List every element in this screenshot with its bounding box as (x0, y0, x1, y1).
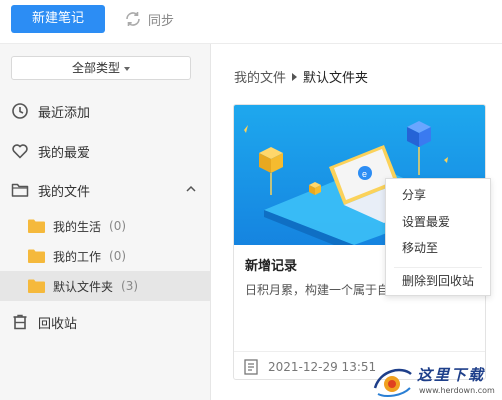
type-filter-value: 全部类型 (71, 61, 120, 75)
context-menu-move-to[interactable]: 移动至 (386, 237, 490, 259)
menu-divider (394, 267, 482, 268)
chevron-down-icon (124, 66, 130, 71)
sidebar-folder-default[interactable]: 默认文件夹 (3) (0, 271, 211, 301)
note-timestamp: 2021-12-29 13:51 (268, 359, 377, 374)
sidebar-item-label: 我的文件 (38, 184, 91, 200)
note-title: 新增记录 (245, 259, 298, 274)
folder-label: 我的生活 (53, 219, 102, 234)
sidebar: 全部类型 最近添加 我的最爱 我的文件 我的生活 (0) 我的工作 (0) 默认… (0, 44, 211, 400)
context-menu-share[interactable]: 分享 (386, 184, 490, 206)
sidebar-item-label: 回收站 (38, 316, 78, 332)
sidebar-item-label: 我的最爱 (38, 145, 91, 161)
context-menu-delete-to-trash[interactable]: 删除到回收站 (386, 270, 490, 292)
sidebar-item-label: 最近添加 (38, 105, 91, 121)
top-toolbar: 新建笔记 同步 (0, 0, 502, 44)
sidebar-item-recent[interactable]: 最近添加 (0, 92, 211, 130)
sync-button[interactable]: 同步 (124, 9, 174, 29)
watermark-logo-icon (373, 368, 412, 397)
context-menu: 分享 设置最爱 移动至 删除到回收站 (385, 178, 491, 296)
sync-icon (126, 12, 140, 26)
folder-label: 默认文件夹 (53, 279, 114, 294)
folder-label: 我的工作 (53, 249, 102, 264)
type-filter-dropdown[interactable]: 全部类型 (11, 56, 191, 80)
watermark-url: www.herdown.com (419, 386, 495, 395)
document-icon (244, 358, 258, 375)
folder-count: (0) (109, 219, 127, 233)
breadcrumb-root[interactable]: 我的文件 (234, 67, 286, 86)
breadcrumb: 我的文件 默认文件夹 (234, 67, 368, 86)
site-watermark: 这里下载 www.herdown.com (372, 362, 502, 400)
folder-icon (28, 219, 45, 233)
breadcrumb-current: 默认文件夹 (303, 71, 369, 86)
trash-icon (10, 312, 30, 332)
sidebar-folder-work[interactable]: 我的工作 (0) (0, 241, 211, 271)
chevron-up-icon[interactable] (185, 183, 197, 195)
sidebar-folder-life[interactable]: 我的生活 (0) (0, 211, 211, 241)
folder-icon (28, 279, 45, 293)
folder-count: (3) (121, 279, 139, 293)
watermark-title: 这里下载 (417, 366, 486, 384)
folder-icon (28, 249, 45, 263)
context-menu-set-favorite[interactable]: 设置最爱 (386, 211, 490, 233)
note-excerpt: 日积月累，构建一个属于自 (245, 283, 390, 297)
sidebar-item-favorites[interactable]: 我的最爱 (0, 132, 211, 170)
clock-icon (10, 101, 30, 121)
svg-text:e: e (362, 169, 367, 179)
chevron-right-icon (292, 72, 298, 81)
sidebar-item-trash[interactable]: 回收站 (0, 303, 211, 341)
sidebar-item-my-files[interactable]: 我的文件 (0, 171, 211, 209)
heart-icon (10, 141, 30, 161)
folder-count: (0) (109, 249, 127, 263)
folder-outline-icon (10, 180, 30, 200)
sync-label: 同步 (148, 13, 175, 29)
new-note-button[interactable]: 新建笔记 (11, 5, 105, 33)
